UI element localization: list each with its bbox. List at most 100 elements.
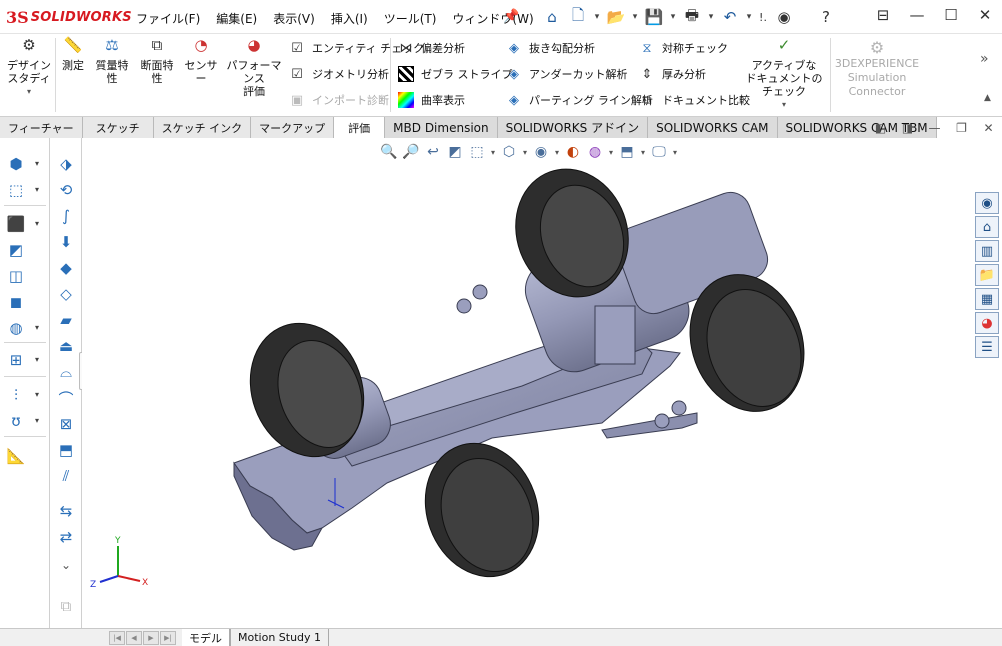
section-properties-button[interactable]: ⧉ 断面特 性 <box>137 38 177 86</box>
next-tab-icon[interactable]: ▶ <box>143 630 159 645</box>
tab-sketch-ink[interactable]: スケッチ インク <box>153 117 252 138</box>
import-diagnosis-button[interactable]: ▣ インポート診断 <box>288 90 389 110</box>
dropdown-icon[interactable]: ▾ <box>35 159 39 168</box>
ribbon-more-icon[interactable]: » <box>980 51 989 67</box>
dropdown-icon[interactable]: ▾ <box>35 219 39 228</box>
help-icon[interactable]: ? <box>814 5 838 29</box>
hide-show-items-icon[interactable]: ◐ <box>562 142 584 162</box>
tab-sketch[interactable]: スケッチ <box>82 117 154 138</box>
solidworks-resources-icon[interactable]: ◉ <box>975 192 999 214</box>
display-style-icon[interactable]: ◉ <box>530 142 552 162</box>
appearance-icon[interactable]: ◍ <box>5 317 27 339</box>
design-study-button[interactable]: ⚙ デザイン スタディ ▾ <box>6 38 52 98</box>
tab-solidworks-cam[interactable]: SOLIDWORKS CAM <box>648 117 778 138</box>
tab-markup[interactable]: マークアップ <box>251 117 335 138</box>
boundary-boss-icon[interactable]: ◇ <box>55 283 77 305</box>
extruded-boss-icon[interactable]: ⬗ <box>55 153 77 175</box>
dropdown-icon[interactable]: ▾ <box>670 142 680 162</box>
extrude-icon[interactable]: ⬛ <box>5 213 27 235</box>
tab-mbd-dimension[interactable]: MBD Dimension <box>385 117 498 138</box>
compare-documents-button[interactable]: ⧉ ドキュメント比較 <box>638 90 750 110</box>
design-study-dropdown-icon[interactable]: ▾ <box>6 85 52 98</box>
menu-view[interactable]: 表示(V) <box>273 10 315 27</box>
edit-appearance-icon[interactable]: ◍ <box>584 142 606 162</box>
restore-window-icon[interactable]: ⊟ <box>866 6 900 24</box>
undo-dropdown-icon[interactable]: ▾ <box>744 5 754 29</box>
dropdown-icon[interactable]: ▾ <box>552 142 562 162</box>
save-dropdown-icon[interactable]: ▾ <box>668 5 678 29</box>
tab-motion-study-1[interactable]: Motion Study 1 <box>230 629 330 646</box>
zebra-stripes-button[interactable]: ゼブラ ストライプ <box>397 64 513 84</box>
reference-geometry-icon[interactable]: ⫶ <box>5 384 27 406</box>
ribbon-collapse-icon[interactable]: ▲ <box>984 93 991 103</box>
dropdown-icon[interactable]: ▾ <box>35 185 39 194</box>
next-document-icon[interactable]: ◨ <box>894 121 921 135</box>
print-dropdown-icon[interactable]: ▾ <box>706 5 716 29</box>
home-icon[interactable]: ⌂ <box>540 5 564 29</box>
dropdown-icon[interactable]: ▾ <box>488 142 498 162</box>
revolve-icon[interactable]: ◩ <box>5 239 27 261</box>
tab-solidworks-addins[interactable]: SOLIDWORKS アドイン <box>497 117 649 138</box>
custom-properties-icon[interactable]: ☰ <box>975 336 999 358</box>
dropdown-icon[interactable]: ▾ <box>520 142 530 162</box>
previous-tab-icon[interactable]: ◀ <box>126 630 142 645</box>
open-dropdown-icon[interactable]: ▾ <box>630 5 640 29</box>
doc-close-icon[interactable]: ✕ <box>975 121 1002 135</box>
user-icon[interactable]: ◉ <box>772 5 796 29</box>
lofted-boss-icon[interactable]: ◆ <box>55 257 77 279</box>
dropdown-icon[interactable]: ▾ <box>606 142 616 162</box>
previous-document-icon[interactable]: ◧ <box>867 121 894 135</box>
save-icon[interactable]: 💾 <box>642 5 666 29</box>
section-view-icon[interactable]: ◩ <box>444 142 466 162</box>
tab-evaluate[interactable]: 評価 <box>334 117 386 138</box>
open-icon[interactable]: 📂 <box>604 5 628 29</box>
menu-file[interactable]: ファイル(F) <box>136 10 200 27</box>
new-document-dropdown-icon[interactable]: ▾ <box>592 5 602 29</box>
menu-insert[interactable]: 挿入(I) <box>331 10 368 27</box>
zoom-to-fit-icon[interactable]: 🔍 <box>378 142 400 162</box>
part-icon[interactable]: ⬢ <box>5 153 27 175</box>
menu-window[interactable]: ウィンドウ(W) <box>452 10 533 27</box>
plane-icon[interactable]: ▰ <box>55 309 77 331</box>
sensor-button[interactable]: ◔ センサー <box>182 38 220 86</box>
mass-properties-button[interactable]: ⚖ 質量特 性 <box>92 38 132 86</box>
revolved-boss-icon[interactable]: ⟲ <box>55 179 77 201</box>
first-tab-icon[interactable]: |◀ <box>109 630 125 645</box>
wrap-icon[interactable]: ⌓ <box>55 361 77 383</box>
minimize-icon[interactable]: — <box>900 6 934 24</box>
dropdown-icon[interactable]: ▾ <box>35 355 39 364</box>
delete-face-icon[interactable]: ⊠ <box>55 413 77 435</box>
undercut-analysis-button[interactable]: ◈ アンダーカット解析 <box>505 64 628 84</box>
undo-icon[interactable]: ↶ <box>718 5 742 29</box>
doc-minimize-icon[interactable]: — <box>921 121 948 135</box>
user-label[interactable]: !. <box>756 5 770 29</box>
dynamic-annotation-icon[interactable]: ⬚ <box>466 142 488 162</box>
dome-icon[interactable]: ⏏ <box>55 335 77 357</box>
move-face-icon[interactable]: ⬒ <box>55 439 77 461</box>
check-active-document-button[interactable]: ✓ アクティブな ドキュメントのチェック ▾ <box>742 38 826 111</box>
tab-features[interactable]: フィーチャー <box>0 117 83 138</box>
draft-analysis-button[interactable]: ◈ 抜き勾配分析 <box>505 38 595 58</box>
move-copy-icon[interactable]: ⇆ <box>55 500 77 522</box>
flex-icon[interactable]: ⌒ <box>55 387 77 409</box>
graphics-area[interactable]: Y X Z <box>82 138 973 628</box>
view-orientation-icon[interactable]: ⬡ <box>498 142 520 162</box>
parting-line-analysis-button[interactable]: ◈ パーティング ライン解析 <box>505 90 653 110</box>
view-palette-icon[interactable]: ▦ <box>975 288 999 310</box>
print-icon[interactable]: 🖶 <box>680 5 704 29</box>
geometry-analysis-button[interactable]: ☑ ジオメトリ分析 <box>288 64 389 84</box>
menu-tools[interactable]: ツール(T) <box>384 10 437 27</box>
dropdown-icon[interactable]: ▾ <box>638 142 648 162</box>
symmetry-check-button[interactable]: ⧖ 対称チェック <box>638 38 728 58</box>
split-icon[interactable]: ⫽ <box>55 465 77 487</box>
ruler-icon[interactable]: 📐 <box>5 445 27 467</box>
solid-body-icon[interactable]: ◼ <box>5 291 27 313</box>
dropdown-icon[interactable]: ▾ <box>35 390 39 399</box>
new-document-icon[interactable]: 🗋 <box>566 5 590 29</box>
apply-scene-icon[interactable]: ⬒ <box>616 142 638 162</box>
swept-boss-icon[interactable]: ∫ <box>55 205 77 227</box>
previous-view-icon[interactable]: ↩ <box>422 142 444 162</box>
home-icon[interactable]: ⌂ <box>975 216 999 238</box>
arrow-down-icon[interactable]: ⬇ <box>55 231 77 253</box>
design-library-icon[interactable]: ▥ <box>975 240 999 262</box>
